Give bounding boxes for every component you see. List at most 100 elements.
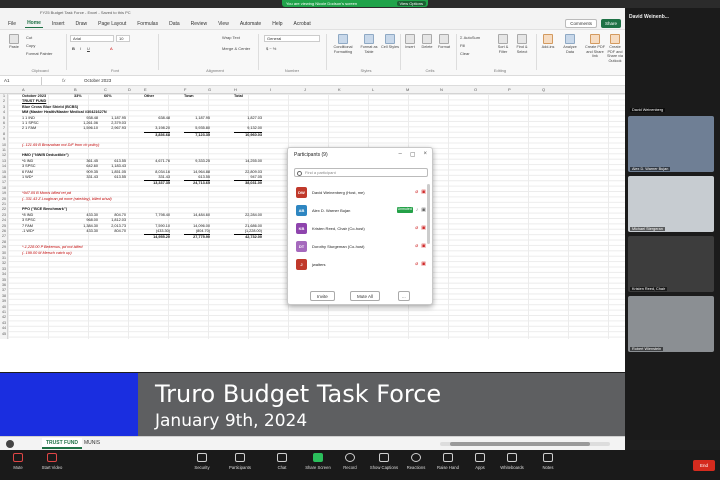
apps-button[interactable]: Apps [462, 453, 498, 470]
column-header[interactable]: F [184, 86, 186, 94]
row-header[interactable]: 14 [0, 164, 8, 169]
format-painter-button[interactable]: Format Painter [26, 51, 52, 56]
cell-C15[interactable]: 1,851.05 [104, 170, 126, 175]
cell-A22[interactable]: PPO ("BCE Benchmark") [22, 207, 67, 212]
font-color-button[interactable]: A [110, 46, 113, 51]
cell-E1[interactable]: Other [144, 94, 154, 99]
cell-A7[interactable]: 2 1 FAM [22, 126, 36, 131]
cell-C26[interactable]: 804.70 [104, 229, 126, 234]
cell-E17[interactable]: 13,337.35 [144, 180, 170, 186]
cell-F25[interactable]: 14,096.00 [184, 224, 210, 229]
cell-H8[interactable]: 10,960.03 [234, 131, 262, 138]
sort-filter-button[interactable]: Sort & Filter [494, 34, 512, 54]
row-header[interactable]: 34 [0, 272, 8, 277]
participant-row[interactable]: DW David Weinenberg (Host, me) ⌀ ▣ [294, 184, 426, 202]
whiteboards-button[interactable]: Whiteboards [494, 453, 530, 470]
cell-H16[interactable]: 947.05 [234, 175, 262, 180]
scroll-thumb[interactable] [450, 442, 590, 446]
participant-video-tile[interactable]: Michael Stergeran [628, 176, 714, 232]
participant-video-tile[interactable]: Kristen Reed, Chair [628, 236, 714, 292]
video-camera-icon[interactable]: ▣ [421, 207, 426, 213]
name-box[interactable]: A1 [2, 77, 42, 85]
font-size-select[interactable]: 10 [116, 35, 130, 42]
row-header[interactable]: 36 [0, 283, 8, 288]
cell-H23[interactable]: 22,284.00 [234, 213, 262, 218]
cell-E25[interactable]: 7,590.10 [144, 224, 170, 229]
cell-E5[interactable]: 638.48 [144, 116, 170, 121]
row-header[interactable]: 9 [0, 137, 8, 142]
italic-button[interactable]: I [80, 46, 81, 51]
cell-H25[interactable]: 21,686.00 [234, 224, 262, 229]
cell-F7[interactable]: 5,935.80 [184, 126, 210, 131]
microphone-icon[interactable]: ⌀ [415, 225, 418, 231]
row-header[interactable]: 3 [0, 105, 8, 110]
merge-center-button[interactable]: Merge & Center [222, 46, 250, 51]
close-icon[interactable]: × [423, 151, 427, 158]
find-select-button[interactable]: Find & Select [513, 34, 531, 54]
cell-C16[interactable]: 613.55 [104, 175, 126, 180]
notes-button[interactable]: Notes [530, 453, 566, 470]
cell-E23[interactable]: 7,798.40 [144, 213, 170, 218]
minimize-icon[interactable]: – [398, 151, 401, 158]
column-header[interactable]: B [74, 86, 77, 94]
column-header[interactable]: L [372, 86, 374, 94]
insert-cells-button[interactable]: Insert [402, 34, 418, 50]
column-header[interactable]: N [440, 86, 443, 94]
cell-H1[interactable]: Total [234, 94, 243, 99]
cell-A16[interactable]: 1 WD* [22, 175, 33, 180]
cell-C7[interactable]: 2,967.93 [104, 126, 126, 131]
row-header[interactable]: 25 [0, 224, 8, 229]
row-header[interactable]: 45 [0, 332, 8, 337]
share-screen-button[interactable]: Share Screen [300, 453, 336, 470]
row-header[interactable]: 32 [0, 261, 8, 266]
cell-B23[interactable]: 433.30 [74, 213, 98, 218]
comments-button[interactable]: Comments [565, 19, 597, 28]
microphone-icon[interactable]: ♪ [416, 207, 419, 213]
cell-A15[interactable]: 6 FAM [22, 170, 33, 175]
cell-A2[interactable]: TRUST FUND [22, 99, 46, 104]
tab-insert[interactable]: Insert [50, 20, 67, 28]
fill-button[interactable]: Fill [460, 43, 465, 48]
cell-B7[interactable]: 1,596.10 [74, 126, 98, 131]
cell-F15[interactable]: 14,964.88 [184, 170, 210, 175]
row-header[interactable]: 20 [0, 197, 8, 202]
number-format-select[interactable]: General [264, 35, 320, 42]
mute-all-button[interactable]: Mute All [350, 291, 381, 301]
row-header[interactable]: 44 [0, 326, 8, 331]
row-header[interactable]: 18 [0, 186, 8, 191]
cell-A1[interactable]: October 2023 [22, 94, 46, 99]
row-header[interactable]: 42 [0, 315, 8, 320]
cell-F8[interactable]: 7,123.35 [184, 131, 210, 138]
cell-E15[interactable]: 8,034.16 [144, 170, 170, 175]
cell-C23[interactable]: 804.70 [104, 213, 126, 218]
participant-list-scrollbar[interactable] [427, 184, 430, 244]
column-header[interactable]: M [406, 86, 409, 94]
paste-button[interactable]: Paste [6, 34, 22, 50]
clear-button[interactable]: Clear [460, 51, 470, 56]
cell-H17[interactable]: 38,031.00 [234, 180, 262, 186]
view-options-button[interactable]: View Options [396, 1, 426, 6]
cell-B6[interactable]: 1,261.06 [74, 121, 98, 126]
row-header[interactable]: 13 [0, 159, 8, 164]
cell-B5[interactable]: 938.48 [74, 116, 98, 121]
row-header[interactable]: 5 [0, 116, 8, 121]
row-header[interactable]: 38 [0, 294, 8, 299]
video-camera-icon[interactable]: ▣ [421, 225, 426, 231]
video-camera-icon[interactable]: ▣ [421, 243, 426, 249]
column-header[interactable]: J [304, 86, 306, 94]
row-header[interactable]: 7 [0, 126, 8, 131]
row-header[interactable]: 24 [0, 218, 8, 223]
tab-automate[interactable]: Automate [238, 20, 263, 28]
cell-A14[interactable]: 3 SPSC [22, 164, 36, 169]
cell-B15[interactable]: 909.35 [74, 170, 98, 175]
cell-F5[interactable]: 1,187.95 [184, 116, 210, 121]
participant-row[interactable]: Jjwalters ⌀ ▣ [294, 256, 426, 274]
cell-C25[interactable]: 2,013.73 [104, 224, 126, 229]
function-icon[interactable]: fx [62, 76, 66, 86]
microphone-icon[interactable]: ⌀ [415, 243, 418, 249]
video-camera-icon[interactable]: ▣ [421, 189, 426, 195]
invite-button[interactable]: Invite [310, 291, 335, 301]
row-header[interactable]: 35 [0, 278, 8, 283]
cell-E13[interactable]: 4,671.76 [144, 159, 170, 164]
cell-A4[interactable]: MM (Master Health/Master Medical #304216… [22, 110, 107, 115]
